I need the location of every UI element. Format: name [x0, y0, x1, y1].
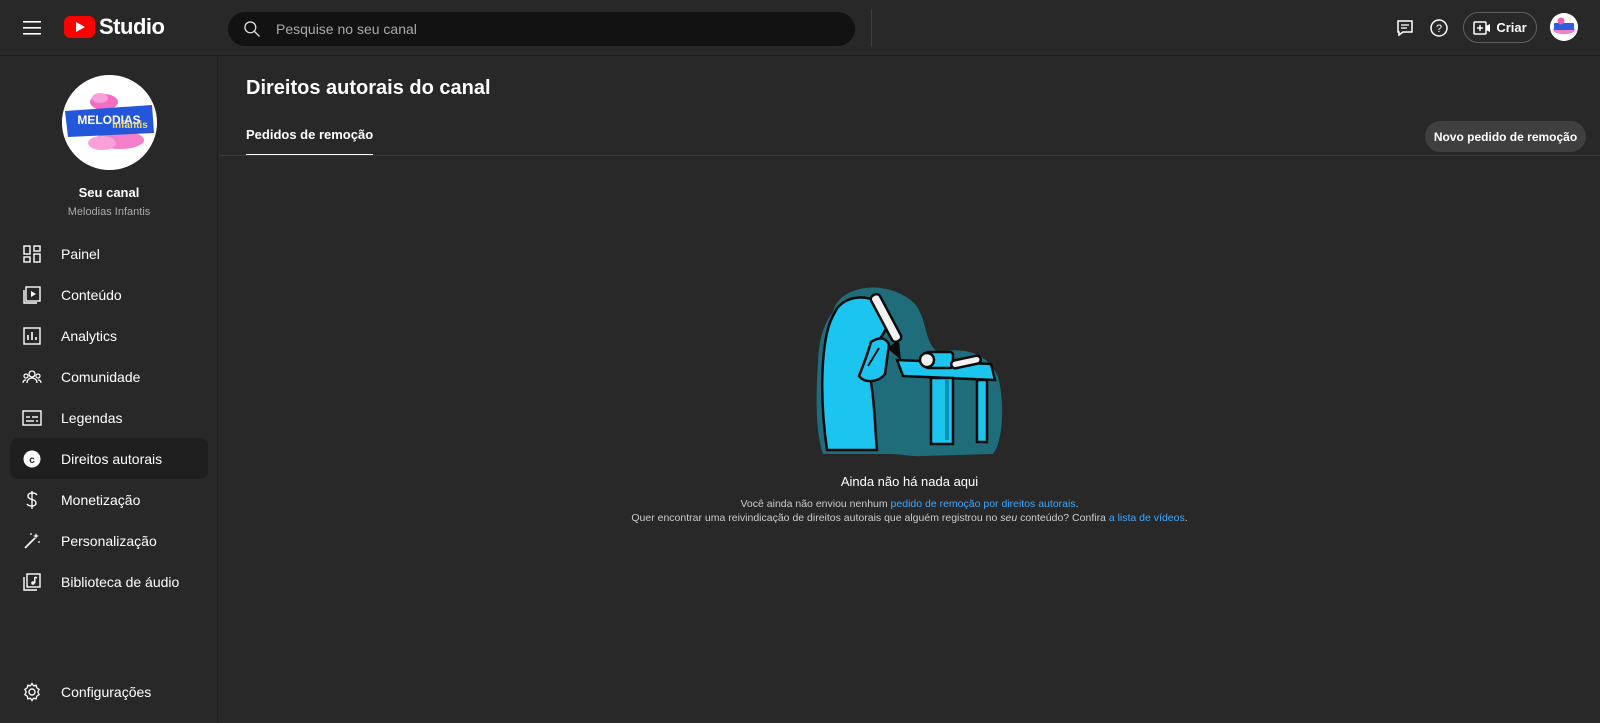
gear-icon: [20, 680, 44, 704]
sidebar-item-label: Personalização: [61, 532, 157, 549]
sidebar-item-direitos-autorais[interactable]: c Direitos autorais: [10, 438, 208, 479]
sidebar-item-personalizacao[interactable]: Personalização: [10, 520, 208, 561]
audio-library-icon: [20, 570, 44, 594]
logo-text: Studio: [99, 14, 165, 39]
account-avatar[interactable]: [1550, 13, 1578, 41]
community-icon: [20, 365, 44, 389]
empty-line2-prefix: Quer encontrar uma reivindicação de dire…: [631, 512, 1001, 524]
sidebar-item-configuracoes[interactable]: Configurações: [10, 671, 208, 712]
empty-line1-suffix: .: [1075, 498, 1079, 510]
empty-state-illustration: [816, 287, 1003, 457]
sidebar-item-label: Conteúdo: [61, 286, 122, 303]
sidebar-item-label: Analytics: [61, 327, 118, 344]
sidebar-item-label: Legendas: [61, 409, 123, 426]
youtube-icon: [64, 16, 95, 38]
header-divider: [871, 9, 872, 47]
search-icon: [244, 21, 260, 37]
studio-logo[interactable]: Studio: [64, 14, 165, 40]
magic-wand-icon: [20, 529, 44, 553]
menu-icon[interactable]: [16, 12, 48, 44]
sidebar-item-analytics[interactable]: Analytics: [10, 315, 208, 356]
svg-text:Infantis: Infantis: [112, 120, 148, 131]
page-title: Direitos autorais do canal: [246, 77, 491, 99]
empty-state-line-1: Você ainda não enviou nenhum pedido de r…: [219, 498, 1600, 510]
empty-line2-suffix: .: [1184, 512, 1188, 524]
sidebar-item-label: Direitos autorais: [61, 450, 163, 467]
create-button[interactable]: Criar: [1463, 12, 1537, 43]
video-list-link[interactable]: a lista de vídeos: [1109, 512, 1185, 524]
sidebar-item-label: Biblioteca de áudio: [61, 573, 180, 590]
create-video-icon: [1473, 20, 1491, 35]
sidebar-item-biblioteca-de-audio[interactable]: Biblioteca de áudio: [10, 561, 208, 602]
feedback-icon[interactable]: [1393, 16, 1417, 40]
channel-avatar[interactable]: MELODIAS Infantis: [62, 75, 157, 170]
sidebar-item-conteudo[interactable]: Conteúdo: [10, 274, 208, 315]
sidebar-item-monetizacao[interactable]: Monetização: [10, 479, 208, 520]
sidebar-item-label: Comunidade: [61, 368, 141, 385]
empty-line2-middle: conteúdo? Confira: [1017, 512, 1109, 524]
sidebar-item-painel[interactable]: Painel: [10, 233, 208, 274]
sidebar-item-label: Monetização: [61, 491, 141, 508]
analytics-icon: [20, 324, 44, 348]
search-input[interactable]: [276, 21, 836, 37]
sidebar: MELODIAS Infantis Seu canal Melodias Inf…: [0, 56, 218, 723]
sidebar-item-comunidade[interactable]: Comunidade: [10, 356, 208, 397]
empty-state-line-2: Quer encontrar uma reivindicação de dire…: [219, 512, 1600, 524]
tab-pedidos-de-remocao[interactable]: Pedidos de remoção: [246, 127, 374, 156]
new-removal-request-button[interactable]: Novo pedido de remoção: [1425, 121, 1586, 152]
content-icon: [20, 283, 44, 307]
copyright-icon: c: [20, 447, 44, 471]
top-bar: Studio ? Criar: [0, 0, 1600, 56]
subtitles-icon: [20, 406, 44, 430]
empty-state-title: Ainda não há nada aqui: [840, 474, 979, 489]
tabs-divider: [219, 155, 1600, 156]
dashboard-icon: [20, 242, 44, 266]
empty-line1-prefix: Você ainda não enviou nenhum: [740, 498, 891, 510]
sidebar-item-label: Painel: [61, 245, 100, 262]
main-content: Direitos autorais do canal Pedidos de re…: [219, 56, 1600, 723]
help-icon[interactable]: ?: [1427, 16, 1451, 40]
empty-line2-emphasis: seu: [1000, 512, 1018, 524]
settings-label: Configurações: [61, 683, 152, 700]
dollar-icon: [20, 488, 44, 512]
sidebar-item-legendas[interactable]: Legendas: [10, 397, 208, 438]
channel-title: Seu canal: [78, 185, 140, 200]
svg-text:c: c: [29, 455, 35, 466]
channel-name: Melodias Infantis: [67, 206, 151, 218]
search-bar[interactable]: [228, 12, 855, 46]
create-label: Criar: [1496, 20, 1527, 35]
svg-text:?: ?: [1436, 23, 1442, 35]
copyright-removal-request-link[interactable]: pedido de remoção por direitos autorais: [891, 498, 1076, 510]
